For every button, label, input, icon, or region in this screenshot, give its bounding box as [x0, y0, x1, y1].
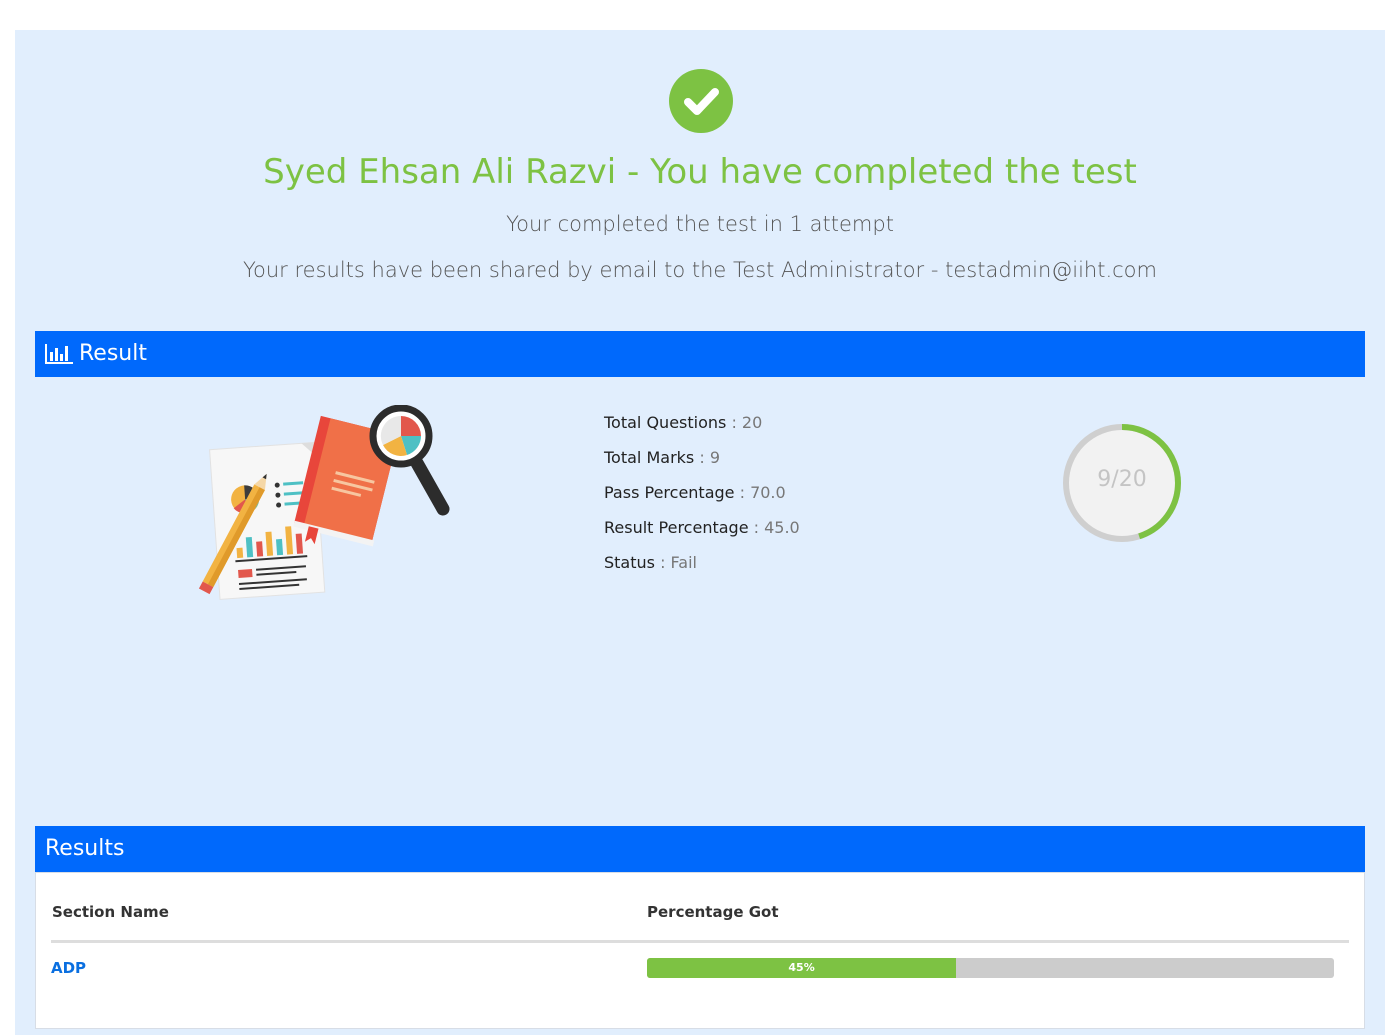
bar-chart-icon — [45, 344, 73, 368]
stat-total-questions: Total Questions : 20 — [604, 413, 763, 432]
report-illustration — [185, 404, 455, 609]
attempt-text: Your completed the test in 1 attempt — [506, 212, 894, 236]
column-header-percentage-got: Percentage Got — [647, 903, 779, 921]
score-label: 9/20 — [1097, 467, 1147, 492]
header-divider — [51, 940, 1349, 943]
result-page: Syed Ehsan Ali Razvi - You have complete… — [15, 30, 1385, 1035]
section-progress-fill: 45% — [647, 958, 957, 978]
result-section-header: Result — [35, 331, 1365, 377]
results-table: Section Name Percentage Got ADP 45% — [35, 872, 1365, 1029]
result-stats: Total Questions : 20 Total Marks : 9 Pas… — [604, 405, 800, 580]
section-progress-bar: 45% — [647, 958, 1334, 978]
stat-total-marks: Total Marks : 9 — [604, 448, 720, 467]
results-section-header: Results — [35, 826, 1365, 872]
stat-result-percentage: Result Percentage : 45.0 — [604, 518, 800, 537]
result-section-title: Result — [79, 341, 147, 366]
shared-text: Your results have been shared by email t… — [242, 258, 1157, 282]
check-icon — [669, 69, 733, 133]
stat-status: Status : Fail — [604, 553, 697, 572]
stat-pass-percentage: Pass Percentage : 70.0 — [604, 483, 786, 502]
completion-title: Syed Ehsan Ali Razvi - You have complete… — [263, 152, 1137, 192]
section-name-link[interactable]: ADP — [51, 959, 86, 977]
results-section-title: Results — [45, 836, 125, 861]
column-header-section-name: Section Name — [52, 903, 169, 921]
